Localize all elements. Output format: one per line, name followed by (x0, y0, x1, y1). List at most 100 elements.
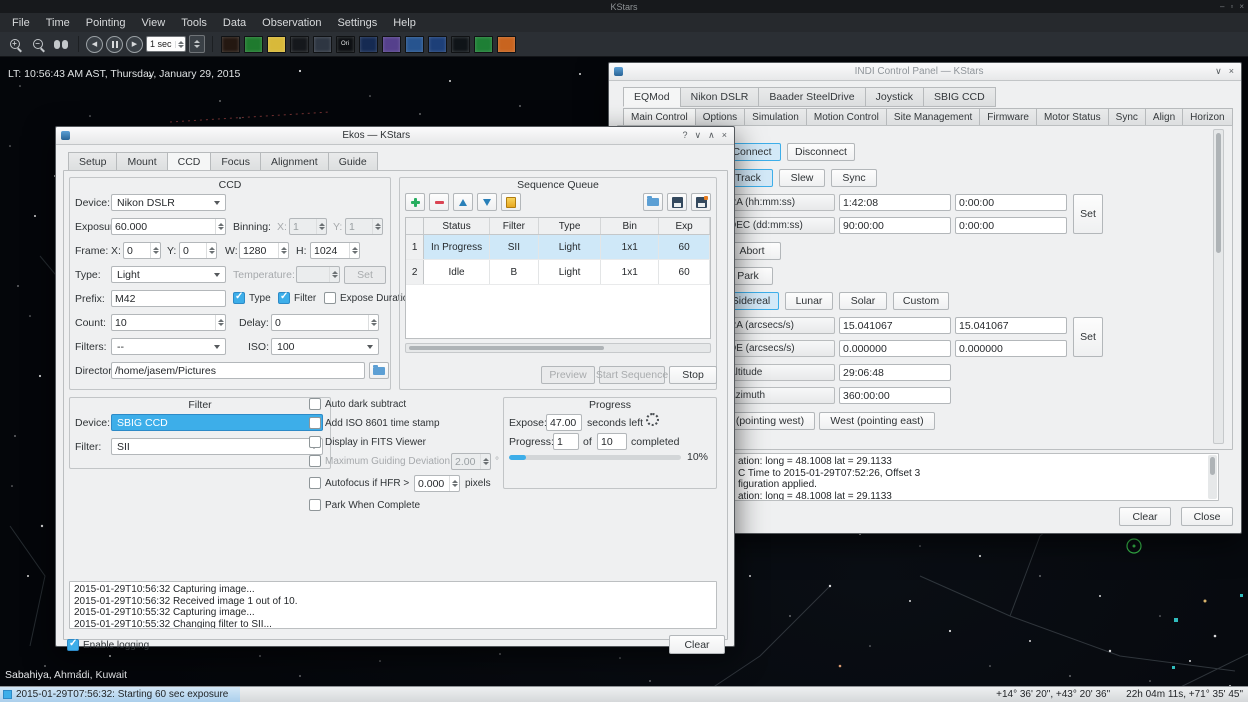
zoom-in-button[interactable]: + (5, 34, 25, 54)
scrollbar-thumb[interactable] (409, 346, 604, 350)
sky-thumbnail-2[interactable] (243, 34, 263, 54)
menu-view[interactable]: View (134, 15, 174, 31)
indi-titlebar[interactable]: INDI Control Panel — KStars ∨ × (609, 63, 1241, 81)
ekos-clear-button[interactable]: Clear (669, 635, 725, 654)
de-rate-field[interactable] (839, 340, 951, 357)
slew-button[interactable]: Slew (779, 169, 825, 187)
frame-x-spinbox[interactable] (123, 242, 161, 259)
prefix-input[interactable] (112, 291, 225, 306)
tab-focus[interactable]: Focus (210, 152, 261, 172)
ra-value-field[interactable] (839, 194, 951, 211)
remove-job-button[interactable] (429, 193, 449, 211)
column-type[interactable]: Type (539, 218, 601, 235)
sequence-row[interactable]: 2 Idle B Light 1x1 60 (406, 260, 710, 285)
sky-thumbnail-1[interactable] (220, 34, 240, 54)
autofocus-hfr-checkbox[interactable] (309, 477, 321, 489)
type-checkbox[interactable] (233, 292, 245, 304)
frame-y-spinbox[interactable] (179, 242, 217, 259)
sky-thumbnail-12[interactable] (473, 34, 493, 54)
fits-viewer-checkbox[interactable] (309, 436, 321, 448)
rate-set-button[interactable]: Set (1073, 317, 1103, 357)
spinner-arrows-icon[interactable] (175, 41, 185, 48)
park-when-complete-checkbox[interactable] (309, 499, 321, 511)
tab-ccd[interactable]: CCD (167, 152, 212, 172)
menu-help[interactable]: Help (385, 15, 424, 31)
time-forward-button[interactable]: ▶ (126, 36, 143, 53)
scrollbar-thumb[interactable] (1216, 133, 1221, 253)
filter-checkbox[interactable] (278, 292, 290, 304)
sequence-hscrollbar[interactable] (405, 343, 711, 353)
directory-input[interactable] (112, 363, 364, 378)
ra-rate-field[interactable] (839, 317, 951, 334)
de-rate-target-input[interactable] (956, 341, 1066, 356)
open-sequence-button[interactable] (643, 193, 663, 211)
unshade-icon[interactable]: ∧ (708, 130, 715, 141)
indi-vertical-scrollbar[interactable] (1213, 129, 1224, 444)
stop-button[interactable]: Stop (669, 366, 717, 384)
altitude-field[interactable] (839, 364, 951, 381)
filters-select[interactable]: -- (111, 338, 226, 355)
lunar-rate-button[interactable]: Lunar (785, 292, 833, 310)
tab-setup[interactable]: Setup (68, 152, 117, 172)
auto-dark-checkbox[interactable] (309, 398, 321, 410)
sky-thumbnail-5[interactable] (312, 34, 332, 54)
prefix-field[interactable] (111, 290, 226, 307)
tab-joystick[interactable]: Joystick (865, 87, 924, 107)
tab-sbig-ccd[interactable]: SBIG CCD (923, 87, 996, 107)
exposure-spinbox[interactable] (111, 218, 226, 235)
menu-data[interactable]: Data (215, 15, 254, 31)
azimuth-input[interactable] (840, 388, 950, 403)
zoom-out-button[interactable]: − (28, 34, 48, 54)
stop-clock-button[interactable] (106, 36, 123, 53)
frame-w-spinbox[interactable] (239, 242, 289, 259)
autofocus-hfr-spinbox[interactable] (414, 475, 460, 492)
dec-value-input[interactable] (840, 218, 950, 233)
indi-log-scrollbar[interactable] (1208, 455, 1217, 499)
exposure-input[interactable] (112, 219, 215, 234)
move-job-up-button[interactable] (453, 193, 473, 211)
edit-job-button[interactable] (501, 193, 521, 211)
find-object-button[interactable] (51, 34, 71, 54)
azimuth-field[interactable] (839, 387, 951, 404)
iso-timestamp-checkbox[interactable] (309, 417, 321, 429)
directory-field[interactable] (111, 362, 365, 379)
ra-target-input[interactable] (956, 195, 1066, 210)
progress-current-field[interactable] (553, 433, 579, 450)
shade-icon[interactable]: ∨ (695, 130, 702, 141)
ra-rate-target-field[interactable] (955, 317, 1067, 334)
column-filter[interactable]: Filter (489, 218, 538, 235)
window-titlebar[interactable]: KStars – ▫ × (0, 0, 1248, 14)
tab-guide[interactable]: Guide (328, 152, 378, 172)
iso-select[interactable]: 100 (271, 338, 379, 355)
progress-total-input[interactable] (598, 434, 626, 449)
dec-value-field[interactable] (839, 217, 951, 234)
ekos-log[interactable]: 2015-01-29T10:56:32 Capturing image... 2… (69, 581, 717, 629)
save-sequence-as-button[interactable] (691, 193, 711, 211)
sequence-row[interactable]: 1 In Progress SII Light 1x1 60 (406, 235, 710, 260)
tab-baader-steeldrive[interactable]: Baader SteelDrive (758, 87, 865, 107)
sky-thumbnail-9[interactable] (404, 34, 424, 54)
sky-thumbnail-10[interactable] (427, 34, 447, 54)
menu-time[interactable]: Time (38, 15, 78, 31)
menu-tools[interactable]: Tools (173, 15, 215, 31)
help-icon[interactable]: ? (683, 130, 688, 141)
move-job-down-button[interactable] (477, 193, 497, 211)
close-icon[interactable]: × (1229, 66, 1234, 77)
delay-spinbox[interactable] (271, 314, 379, 331)
dec-target-input[interactable] (956, 218, 1066, 233)
menu-observation[interactable]: Observation (254, 15, 329, 31)
frame-type-select[interactable]: Light (111, 266, 226, 283)
sequence-table[interactable]: Status Filter Type Bin Exp 1 In Progress… (406, 218, 710, 285)
custom-rate-button[interactable]: Custom (893, 292, 949, 310)
tab-mount[interactable]: Mount (116, 152, 167, 172)
altitude-input[interactable] (840, 365, 950, 380)
count-spinbox[interactable] (111, 314, 226, 331)
shade-icon[interactable]: ∨ (1215, 66, 1222, 77)
pier-west-button[interactable]: West (pointing east) (819, 412, 935, 430)
enable-logging-checkbox[interactable] (67, 639, 79, 651)
indi-close-button[interactable]: Close (1181, 507, 1233, 526)
filter-device-select[interactable]: SBIG CCD (111, 414, 323, 431)
filter-select[interactable]: SII (111, 438, 323, 455)
sync-button[interactable]: Sync (831, 169, 877, 187)
ccd-device-select[interactable]: Nikon DSLR (111, 194, 226, 211)
